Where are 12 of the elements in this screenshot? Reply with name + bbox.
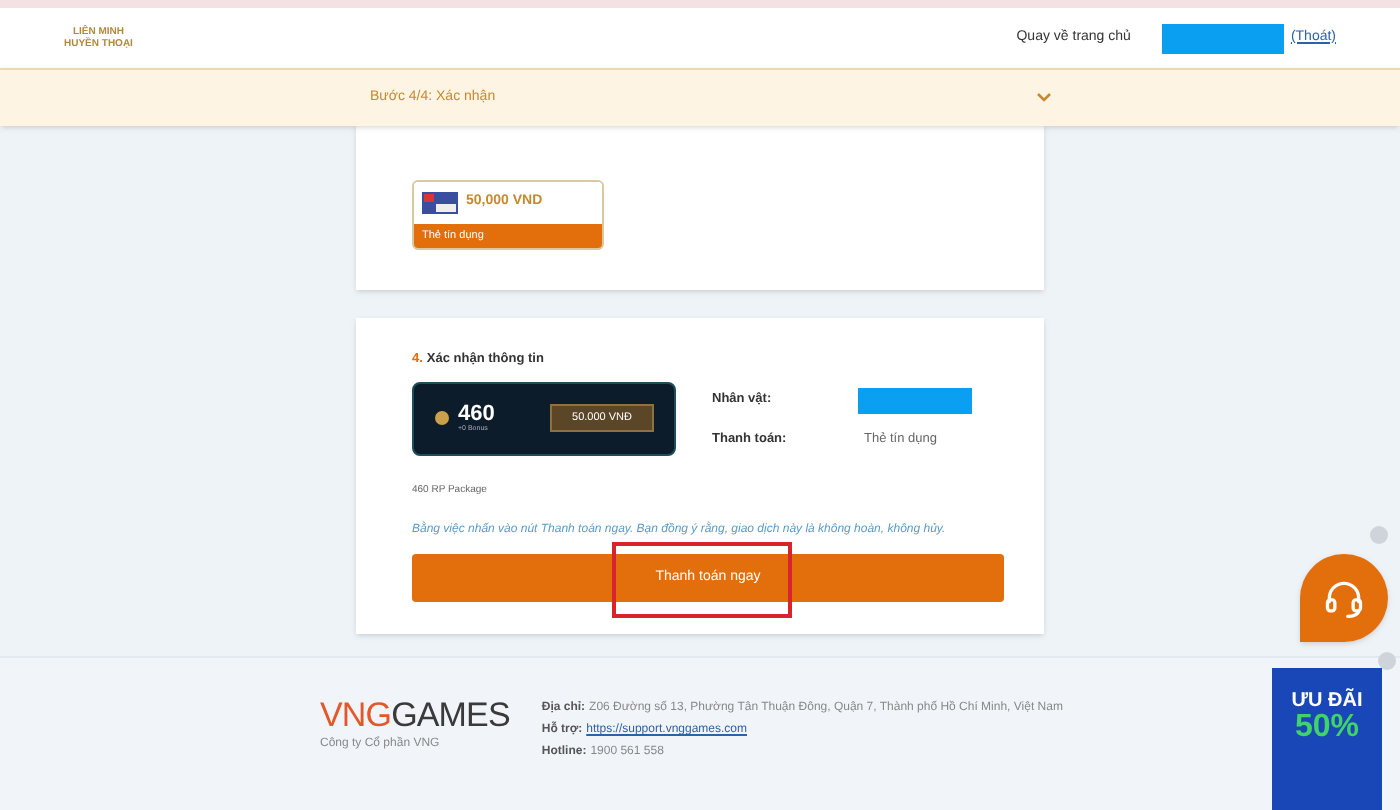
support-chat-button[interactable]: [1300, 554, 1388, 642]
close-icon[interactable]: [1378, 652, 1396, 670]
headset-icon: [1322, 576, 1366, 620]
promo-discount: 50%: [1294, 712, 1360, 744]
character-name-mask: [858, 387, 972, 414]
vng-games-logo[interactable]: VNGGAMES: [320, 698, 510, 732]
package-amount: 460: [458, 404, 495, 426]
credit-card-icon: [422, 192, 458, 214]
promo-banner[interactable]: ƯU ĐÃI 50%: [1272, 668, 1382, 810]
promo-title: ƯU ĐÃI: [1291, 692, 1363, 712]
account-name-mask: [1162, 23, 1285, 53]
rp-coin-icon: [434, 410, 450, 427]
